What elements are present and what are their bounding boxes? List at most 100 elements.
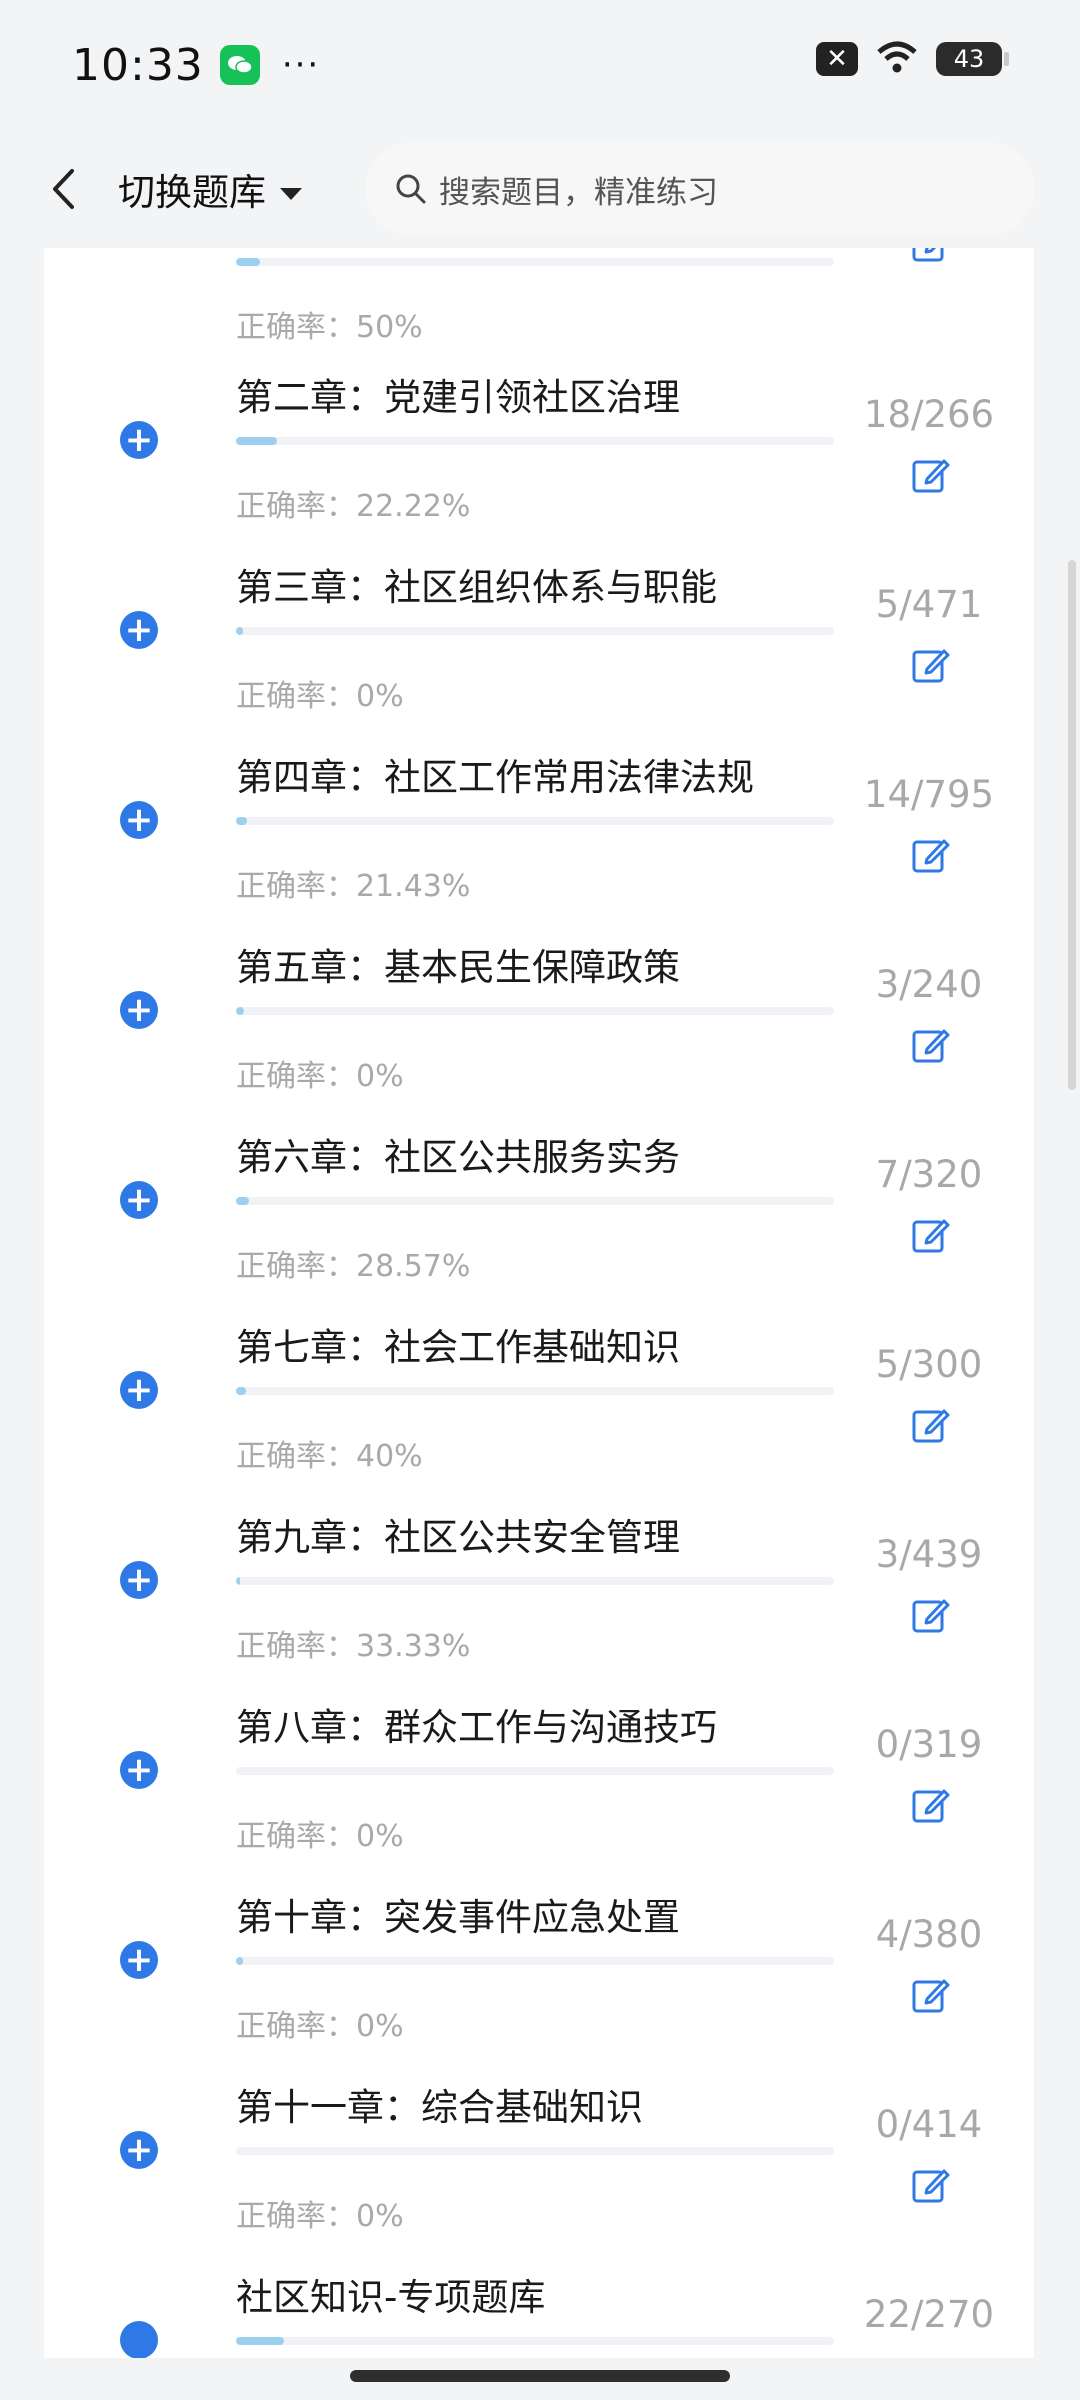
add-plus-icon[interactable]: + xyxy=(120,2131,158,2169)
progress-bar xyxy=(236,1197,834,1205)
caret-down-icon xyxy=(278,168,304,211)
progress-fill xyxy=(236,1957,243,1965)
search-input[interactable]: 搜索题目，精准练习 xyxy=(365,142,1035,236)
progress-count: 14/795 xyxy=(863,773,995,816)
add-plus-icon[interactable] xyxy=(120,2321,158,2358)
more-notifications-icon: ··· xyxy=(281,45,321,85)
accuracy-text: 正确率：0% xyxy=(236,671,404,715)
accuracy-text: 正确率：22.22% xyxy=(236,481,470,525)
chapter-title: 第十一章：综合基础知识 xyxy=(236,2086,643,2129)
progress-bar xyxy=(236,1007,834,1015)
chapter-title: 第四章：社区工作常用法律法规 xyxy=(236,756,754,799)
chapter-row[interactable]: + 第九章：社区公共安全管理 正确率：33.33% 3/439 xyxy=(44,1495,1034,1685)
accuracy-value: 21.43% xyxy=(356,869,471,904)
chapter-row[interactable]: + 第十章：突发事件应急处置 正确率：0% 4/380 xyxy=(44,1875,1034,2065)
progress-bar xyxy=(236,437,834,445)
edit-practice-icon[interactable] xyxy=(911,1975,951,2015)
edit-practice-icon[interactable] xyxy=(911,2355,951,2358)
progress-bar xyxy=(236,627,834,635)
progress-count: 18/266 xyxy=(863,393,995,436)
accuracy-label: 正确率： xyxy=(236,1059,356,1094)
accuracy-text: 正确率：0% xyxy=(236,2191,404,2235)
status-bar: 10:33 ··· ✕ 43 xyxy=(0,0,1080,130)
chapter-row[interactable]: 社区知识-专项题库 22/270 xyxy=(44,2255,1034,2358)
chapter-title: 第六章：社区公共服务实务 xyxy=(236,1136,680,1179)
chapter-row[interactable]: + 第三章：社区组织体系与职能 正确率：0% 5/471 xyxy=(44,545,1034,735)
progress-count: 3/439 xyxy=(875,1533,983,1576)
accuracy-text: 正确率：0% xyxy=(236,1811,404,1855)
chapter-row[interactable]: + 第八章：群众工作与沟通技巧 正确率：0% 0/319 xyxy=(44,1685,1034,1875)
accuracy-text: 正确率：33.33% xyxy=(236,1621,470,1665)
edit-practice-icon[interactable] xyxy=(911,835,951,875)
accuracy-value: 0% xyxy=(356,1059,404,1094)
progress-fill xyxy=(236,817,247,825)
progress-fill xyxy=(236,1577,241,1585)
chapter-row[interactable]: + 第五章：基本民生保障政策正确率：0% 3/240 xyxy=(44,925,1034,1115)
progress-count: 7/320 xyxy=(875,1153,983,1196)
status-time: 10:33 xyxy=(72,39,204,91)
add-plus-icon[interactable]: + xyxy=(120,801,158,839)
add-plus-icon[interactable]: + xyxy=(120,1751,158,1789)
progress-count: 3/240 xyxy=(875,963,983,1006)
edit-practice-icon[interactable] xyxy=(911,455,951,495)
accuracy-value: 40% xyxy=(356,1439,423,1474)
edit-practice-icon[interactable] xyxy=(911,248,951,264)
edit-practice-icon[interactable] xyxy=(911,1595,951,1635)
chapter-row[interactable]: + 第四章：社区工作常用法律法规 正确率：21.43% 14/795 xyxy=(44,735,1034,925)
add-plus-icon[interactable]: + xyxy=(120,1941,158,1979)
chapter-row[interactable]: + 第十一章：综合基础知识 正确率：0% 0/414 xyxy=(44,2065,1034,2255)
switch-bank-dropdown[interactable]: 切换题库 xyxy=(118,162,304,216)
add-plus-icon[interactable]: + xyxy=(120,611,158,649)
accuracy-label: 正确率： xyxy=(236,1439,356,1474)
edit-practice-icon[interactable] xyxy=(911,1215,951,1255)
accuracy-label: 正确率： xyxy=(236,2009,356,2044)
add-plus-icon[interactable]: + xyxy=(120,1561,158,1599)
edit-practice-icon[interactable] xyxy=(911,2165,951,2205)
chapter-title: 社区知识-专项题库 xyxy=(236,2276,546,2319)
progress-fill xyxy=(236,2337,285,2345)
accuracy-text: 正确率：40% xyxy=(236,1431,423,1475)
accuracy-value: 50% xyxy=(356,310,423,345)
accuracy-text: 正确率：0% xyxy=(236,2001,404,2045)
scrollbar[interactable] xyxy=(1068,560,1076,1090)
chapter-title: 第八章：群众工作与沟通技巧 xyxy=(236,1706,717,1749)
add-plus-icon[interactable]: + xyxy=(120,991,158,1029)
progress-count: 0/319 xyxy=(875,1723,983,1766)
battery-icon: 43 xyxy=(936,42,1009,76)
accuracy-value: 22.22% xyxy=(356,489,471,524)
progress-count: 22/270 xyxy=(863,2293,995,2336)
progress-fill xyxy=(236,1007,244,1015)
chapter-title: 第五章：基本民生保障政策 xyxy=(236,946,680,989)
edit-practice-icon[interactable] xyxy=(911,645,951,685)
accuracy-value: 28.57% xyxy=(356,1249,471,1284)
chapter-title: 第二章：党建引领社区治理 xyxy=(236,376,680,419)
chapter-row[interactable]: 正确率：50% xyxy=(44,248,1034,366)
progress-bar xyxy=(236,1387,834,1395)
edit-practice-icon[interactable] xyxy=(911,1405,951,1445)
edit-practice-icon[interactable] xyxy=(911,1025,951,1065)
chevron-left-icon xyxy=(53,169,74,209)
chapter-row[interactable]: + 第六章：社区公共服务实务 正确率：28.57% 7/320 xyxy=(44,1115,1034,1305)
accuracy-value: 0% xyxy=(356,679,404,714)
add-plus-icon[interactable]: + xyxy=(120,421,158,459)
search-icon xyxy=(396,174,426,204)
top-nav: 切换题库 搜索题目，精准练习 xyxy=(0,130,1080,248)
progress-bar xyxy=(236,2147,834,2155)
progress-fill xyxy=(236,1197,250,1205)
chapter-row[interactable]: + 第七章：社会工作基础知识 正确率：40% 5/300 xyxy=(44,1305,1034,1495)
chapter-title: 第九章：社区公共安全管理 xyxy=(236,1516,680,1559)
edit-practice-icon[interactable] xyxy=(911,1785,951,1825)
progress-count: 0/414 xyxy=(875,2103,983,2146)
accuracy-value: 33.33% xyxy=(356,1629,471,1664)
back-button[interactable] xyxy=(28,154,98,224)
progress-count: 5/300 xyxy=(875,1343,983,1386)
add-plus-icon[interactable]: + xyxy=(120,1181,158,1219)
chapter-row[interactable]: + 第二章：党建引领社区治理 正确率：22.22% 18/266 xyxy=(44,355,1034,545)
accuracy-text: 正确率：21.43% xyxy=(236,861,470,905)
accuracy-value: 0% xyxy=(356,1819,404,1854)
home-indicator[interactable] xyxy=(350,2370,730,2382)
search-placeholder: 搜索题目，精准练习 xyxy=(439,174,718,211)
progress-bar xyxy=(236,2337,834,2345)
progress-fill xyxy=(236,437,277,445)
add-plus-icon[interactable]: + xyxy=(120,1371,158,1409)
